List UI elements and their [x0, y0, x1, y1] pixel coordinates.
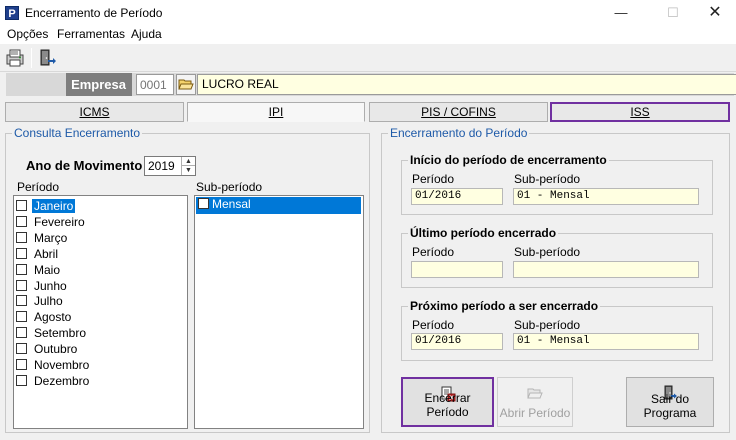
inicio-periodo-label: Período: [412, 172, 455, 186]
list-item-setembro[interactable]: Setembro: [16, 326, 88, 341]
group-title: Encerramento do Período: [388, 126, 530, 140]
empresa-lookup-button[interactable]: [176, 74, 196, 95]
checkbox[interactable]: [16, 280, 27, 291]
tab-icms[interactable]: ICMS: [5, 102, 184, 122]
tab-iss[interactable]: ISS: [550, 102, 730, 122]
checkbox[interactable]: [16, 375, 27, 386]
empresa-bar: Empresa LUCRO REAL: [6, 73, 736, 96]
inicio-subperiodo-label: Sub-período: [514, 172, 581, 186]
ultimo-subperiodo-label: Sub-período: [514, 245, 581, 259]
subperiodo-list[interactable]: Mensal: [194, 195, 364, 429]
proximo-subperiodo-field: 01 - Mensal: [513, 333, 699, 350]
maximize-button[interactable]: ☐: [650, 0, 696, 26]
empresa-label: Empresa: [66, 73, 132, 96]
checkbox[interactable]: [16, 232, 27, 243]
ultimo-subperiodo-field: [513, 261, 699, 278]
menu-bar: Opções Ferramentas Ajuda: [0, 26, 736, 44]
group-title: Último período encerrado: [408, 226, 559, 240]
periodo-header: Período: [17, 180, 60, 194]
ano-movimento-spinner[interactable]: 2019 ▲ ▼: [144, 156, 196, 176]
checkbox[interactable]: [16, 343, 27, 354]
folder-open-icon: [178, 79, 194, 90]
subperiodo-header: Sub-período: [196, 180, 263, 194]
group-title: Próximo período a ser encerrado: [408, 299, 601, 313]
list-item-fevereiro[interactable]: Fevereiro: [16, 215, 87, 230]
tab-label: IPI: [268, 105, 284, 119]
empresa-name-field: LUCRO REAL: [197, 74, 736, 95]
group-title: Início do período de encerramento: [408, 153, 609, 167]
checkbox[interactable]: [16, 311, 27, 322]
list-item-abril[interactable]: Abril: [16, 247, 60, 262]
exit-button[interactable]: [35, 47, 59, 69]
menu-ferramentas[interactable]: Ferramentas: [57, 27, 125, 41]
toolbar: [0, 44, 736, 72]
ultimo-periodo-label: Período: [412, 245, 455, 259]
exit-door-icon: [40, 49, 56, 66]
encerrar-periodo-button[interactable]: Encerrar Período: [401, 377, 494, 427]
tab-label: ISS: [630, 105, 650, 119]
spin-down-icon[interactable]: ▼: [181, 166, 195, 175]
list-item-julho[interactable]: Julho: [16, 294, 65, 309]
ano-value: 2019: [148, 159, 175, 173]
title-bar: P Encerramento de Período — ☐ ✕: [0, 0, 736, 26]
periodo-list[interactable]: Janeiro Fevereiro Março Abril Maio Junho…: [13, 195, 188, 429]
tab-pis-cofins[interactable]: PIS / COFINS: [369, 102, 548, 122]
tab-label: ICMS: [79, 105, 110, 119]
button-label: Abrir Período: [499, 406, 571, 420]
sair-programa-button[interactable]: Sair do Programa: [626, 377, 714, 427]
menu-ajuda[interactable]: Ajuda: [131, 27, 162, 41]
spin-up-icon[interactable]: ▲: [181, 157, 195, 166]
inicio-subperiodo-field: 01 - Mensal: [513, 188, 699, 205]
list-item-outubro[interactable]: Outubro: [16, 342, 79, 357]
list-item-novembro[interactable]: Novembro: [16, 358, 91, 373]
checkbox[interactable]: [16, 264, 27, 275]
window-title: Encerramento de Período: [25, 6, 163, 20]
close-button[interactable]: ✕: [692, 0, 736, 26]
folder-open-icon: [527, 388, 543, 399]
report-button[interactable]: [3, 47, 27, 69]
minimize-button[interactable]: —: [598, 0, 644, 26]
checkbox[interactable]: [16, 216, 27, 227]
checkbox[interactable]: [16, 327, 27, 338]
list-item-marco[interactable]: Março: [16, 231, 69, 246]
checkbox[interactable]: [16, 200, 27, 211]
app-icon: P: [5, 6, 19, 20]
proximo-periodo-field: 01/2016: [411, 333, 503, 350]
list-item-dezembro[interactable]: Dezembro: [16, 374, 91, 389]
report-icon: [6, 49, 24, 67]
tab-label: PIS / COFINS: [421, 105, 496, 119]
checkbox[interactable]: [16, 248, 27, 259]
button-label: Encerrar Período: [424, 391, 471, 419]
tab-ipi[interactable]: IPI: [187, 102, 365, 122]
list-item-maio[interactable]: Maio: [16, 263, 62, 278]
abrir-periodo-button[interactable]: Abrir Período: [497, 377, 573, 427]
ultimo-periodo-field: [411, 261, 503, 278]
inicio-periodo-field: 01/2016: [411, 188, 503, 205]
list-item-junho[interactable]: Junho: [16, 279, 69, 294]
list-item-agosto[interactable]: Agosto: [16, 310, 73, 325]
toolbar-separator: [31, 48, 32, 68]
proximo-subperiodo-label: Sub-período: [514, 318, 581, 332]
checkbox[interactable]: [16, 295, 27, 306]
list-item-mensal[interactable]: Mensal: [196, 197, 361, 214]
ano-movimento-label: Ano de Movimento: [26, 158, 143, 173]
checkbox[interactable]: [16, 359, 27, 370]
proximo-periodo-label: Período: [412, 318, 455, 332]
empresa-code-input[interactable]: [136, 74, 174, 95]
checkbox[interactable]: [198, 198, 209, 209]
list-item-janeiro[interactable]: Janeiro: [16, 199, 76, 214]
group-title: Consulta Encerramento: [12, 126, 143, 140]
button-label: Sair do Programa: [643, 392, 697, 420]
menu-opcoes[interactable]: Opções: [7, 27, 48, 41]
